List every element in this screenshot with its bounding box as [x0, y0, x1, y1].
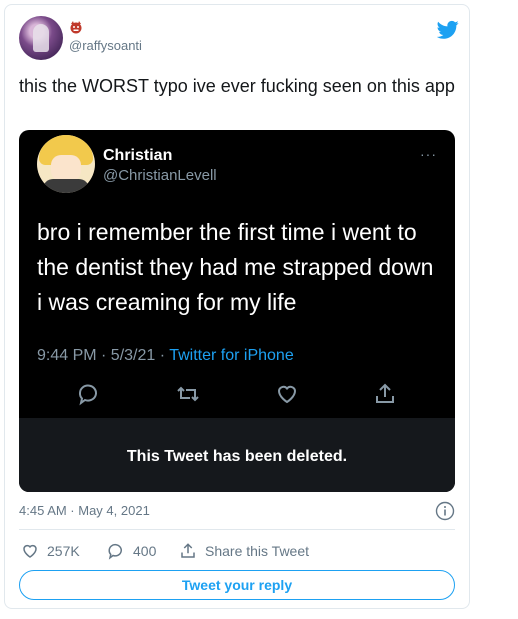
info-icon[interactable]	[435, 501, 455, 521]
share-tweet-button[interactable]: Share this Tweet	[179, 539, 309, 563]
like-icon[interactable]	[275, 382, 299, 406]
reply-count: 400	[133, 543, 157, 559]
tweet-text: this the WORST typo ive ever fucking see…	[19, 76, 455, 96]
like-stat[interactable]: 257K	[21, 539, 80, 563]
reply-icon[interactable]	[77, 382, 101, 406]
quoted-user-handle[interactable]: @ChristianLevell	[103, 167, 217, 184]
tweet-header: @raffysoanti	[19, 16, 459, 64]
user-handle[interactable]: @raffysoanti	[69, 38, 142, 53]
quoted-action-bar	[19, 376, 455, 416]
retweet-icon[interactable]	[176, 382, 200, 406]
tweet-timestamp[interactable]: 4:45 AM · May 4, 2021	[19, 503, 150, 518]
tweet-your-reply-button[interactable]: Tweet your reply	[19, 570, 455, 600]
reply-stat[interactable]: 400	[107, 539, 156, 563]
quoted-tweet-text: bro i remember the first time i went to …	[37, 219, 434, 315]
quoted-tweet-meta: 9:44 PM · 5/3/21 · Twitter for iPhone	[37, 347, 294, 365]
share-icon	[181, 543, 195, 558]
deleted-tweet-notice: This Tweet has been deleted.	[19, 418, 455, 492]
like-count: 257K	[47, 543, 80, 559]
quoted-source[interactable]: Twitter for iPhone	[169, 347, 294, 364]
tweet-stats-bar: 257K 400 Share this Tweet	[19, 539, 459, 563]
more-options-icon[interactable]: ···	[420, 146, 437, 162]
divider	[19, 529, 455, 530]
deleted-tweet-label: This Tweet has been deleted.	[126, 448, 348, 465]
quoted-time: 9:44 PM · 5/3/21 ·	[37, 347, 170, 364]
avatar[interactable]	[19, 16, 63, 60]
quoted-tweet[interactable]: Christian @ChristianLevell ··· bro i rem…	[19, 130, 455, 492]
quoted-avatar[interactable]	[37, 135, 95, 193]
tweet-card: @raffysoanti this the WORST typo ive eve…	[4, 4, 470, 609]
display-name-emoji-icon	[70, 21, 82, 34]
like-icon	[23, 544, 37, 558]
share-label: Share this Tweet	[205, 543, 310, 559]
reply-icon	[108, 543, 122, 560]
quoted-display-name[interactable]: Christian	[103, 147, 172, 165]
share-icon[interactable]	[373, 382, 397, 406]
twitter-bird-icon[interactable]	[437, 20, 459, 40]
